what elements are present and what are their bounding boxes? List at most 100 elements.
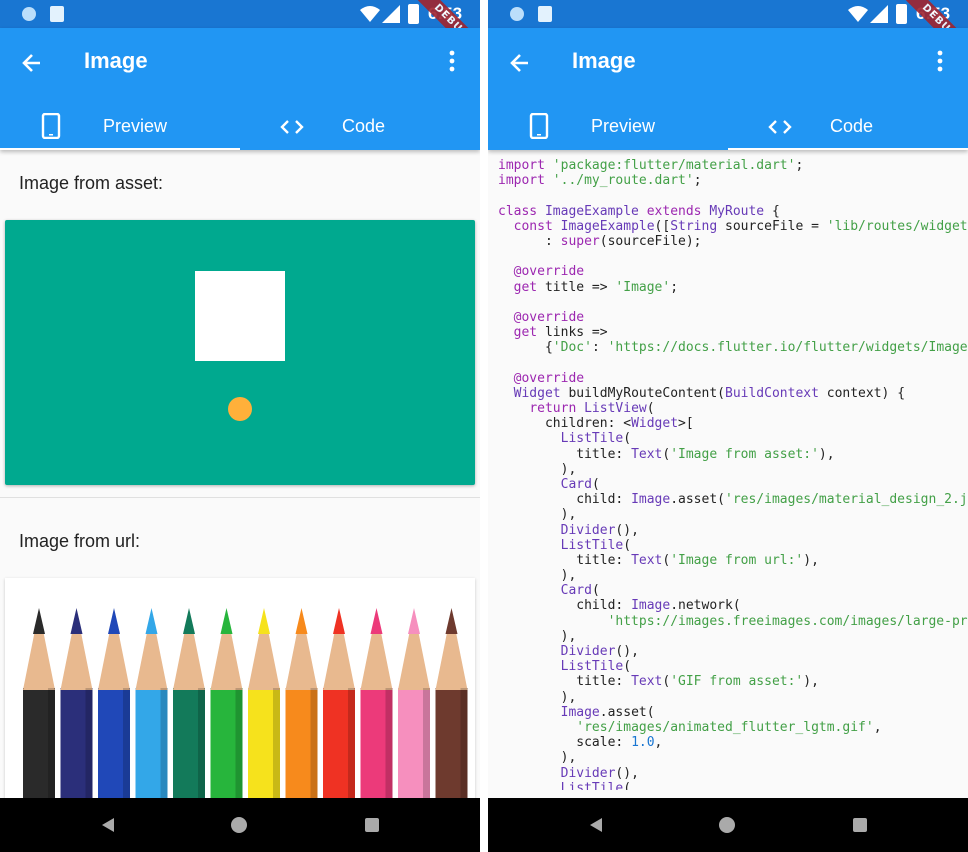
pencil-shade: [423, 688, 430, 798]
code-token: context) {: [818, 385, 906, 401]
code-token: ListTile: [560, 659, 624, 675]
sd-card-icon: [538, 6, 552, 22]
code-token: (: [623, 537, 632, 553]
tab-preview[interactable]: Preview: [488, 106, 728, 150]
code-token: ),: [498, 568, 577, 584]
url-image-card: [5, 578, 475, 798]
code-line: const ImageExample([String sourceFile = …: [498, 219, 968, 234]
code-line: Divider(),: [498, 523, 968, 538]
code-line: ListTile(: [498, 659, 968, 674]
code-token: ImageExample: [560, 218, 655, 234]
nav-home-icon[interactable]: [719, 817, 735, 833]
app-bar: Image Preview Code: [488, 28, 968, 150]
wifi-icon: [360, 6, 380, 22]
smartphone-icon: [529, 113, 549, 139]
nav-back-icon[interactable]: [100, 817, 116, 833]
status-bar: 6:53 DEBUG: [488, 0, 968, 67]
status-bar: 6:53 DEBUG: [0, 0, 480, 67]
code-line: Card(: [498, 583, 968, 598]
back-arrow-icon[interactable]: [506, 48, 536, 78]
code-line: ),: [498, 750, 968, 765]
tab-code[interactable]: Code: [728, 106, 968, 150]
code-token: 'https://images.freeimages.com/images/la…: [607, 613, 968, 629]
smartphone-icon: [41, 113, 61, 139]
code-token: get: [513, 279, 538, 295]
pencil-shade: [460, 688, 468, 798]
code-line: scale: 1.0,: [498, 735, 968, 750]
code-token: '../my_route.dart': [552, 173, 694, 189]
code-token: @override: [513, 264, 585, 280]
tab-label-preview: Preview: [591, 116, 656, 136]
tab-code[interactable]: Code: [240, 106, 480, 150]
code-token: extends: [646, 203, 710, 219]
code-token: {: [498, 340, 553, 356]
code-icon: [768, 120, 792, 134]
code-token: 'res/images/animated_flutter_lgtm.gif': [576, 719, 874, 735]
code-line: import 'package:flutter/material.dart';: [498, 158, 968, 173]
code-token: get: [513, 325, 538, 341]
code-token: 'Doc': [552, 340, 592, 356]
code-line: title: Text('GIF from asset:'),: [498, 674, 968, 689]
code-token: scale:: [498, 735, 632, 751]
page-title: Image: [572, 48, 636, 73]
code-token: :: [591, 340, 608, 356]
code-line: ListTile(: [498, 431, 968, 446]
code-token: Card: [560, 583, 592, 599]
code-line: child: Image.network(: [498, 598, 968, 613]
code-token: ),: [498, 461, 577, 477]
code-line: ListTile(: [498, 781, 968, 790]
code-line: 'https://images.freeimages.com/images/la…: [498, 614, 968, 629]
code-token: sourceFile =: [717, 218, 827, 234]
code-line: children: <Widget>[: [498, 416, 968, 431]
code-token: (: [591, 583, 600, 599]
nav-recents-icon[interactable]: [853, 818, 867, 832]
nav-recents-icon[interactable]: [365, 818, 379, 832]
code-token: ),: [803, 552, 819, 568]
code-token: >[: [678, 416, 694, 432]
source-code-view[interactable]: import 'package:flutter/material.dart'; i…: [498, 158, 968, 790]
pencils-image: [5, 578, 475, 798]
code-line: return ListView(: [498, 401, 968, 416]
nav-home-icon[interactable]: [231, 817, 247, 833]
code-token: const: [513, 218, 561, 234]
code-token: Image: [631, 492, 671, 508]
system-nav-bar: [0, 798, 480, 852]
pencil-shade: [273, 688, 280, 798]
more-vert-icon[interactable]: [932, 48, 948, 74]
tab-preview[interactable]: Preview: [0, 106, 240, 150]
code-token: ),: [498, 628, 577, 644]
wifi-icon: [848, 6, 868, 22]
phone-code-screen: 6:53 DEBUG Image Preview Code: [488, 0, 968, 852]
list-title-url: Image from url:: [19, 531, 141, 551]
code-token: ImageExample: [544, 203, 647, 219]
pencil-shade: [198, 688, 205, 798]
code-token: ),: [498, 507, 577, 523]
nav-back-icon[interactable]: [588, 817, 604, 833]
code-token: ([: [654, 218, 671, 234]
code-token: child:: [498, 492, 632, 508]
code-token: (sourceFile);: [599, 233, 702, 249]
pencil-shade: [310, 688, 318, 798]
more-vert-icon[interactable]: [444, 48, 460, 74]
back-arrow-icon[interactable]: [18, 48, 48, 78]
asset-image-dot: [228, 397, 252, 421]
code-token: 1.0: [631, 735, 655, 751]
code-token: .asset(: [670, 492, 725, 508]
code-token: ),: [498, 750, 577, 766]
pencil-shade: [123, 688, 130, 798]
code-token: links =>: [537, 325, 608, 341]
code-line: class ImageExample extends MyRoute {: [498, 204, 968, 219]
code-line: 'res/images/animated_flutter_lgtm.gif',: [498, 720, 968, 735]
pencil-shade: [48, 688, 55, 798]
code-line: : super(sourceFile);: [498, 234, 968, 249]
code-token: String: [670, 218, 718, 234]
pencil-shade: [348, 688, 355, 798]
